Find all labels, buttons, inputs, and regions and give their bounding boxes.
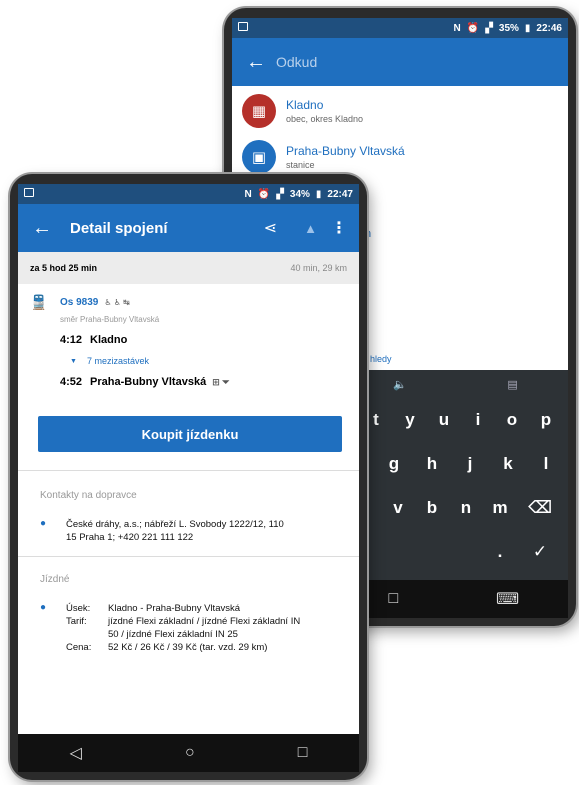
- trip-summary: za 5 hod 25 min 40 min, 29 km: [18, 252, 359, 284]
- page-title: Detail spojení: [70, 219, 168, 237]
- fare-value: Kladno - Praha-Bubny Vltavská: [108, 603, 241, 614]
- suggestion-item[interactable]: ▦ Kladno obec, okres Kladno: [232, 88, 568, 134]
- divider: [18, 556, 359, 557]
- train-direction: směr Praha-Bubny Vltavská: [60, 315, 160, 324]
- backspace-icon[interactable]: ⌫: [520, 491, 560, 525]
- navigation-bar: ◁ ○ □: [18, 734, 359, 772]
- contact-line: 15 Praha 1; +420 221 111 122: [66, 532, 194, 543]
- alarm-icon: ⏰: [466, 22, 480, 34]
- arrival-station: Praha-Bubny Vltavská: [90, 376, 207, 388]
- train-number[interactable]: Os 9839: [60, 297, 98, 308]
- image-icon: [24, 188, 34, 197]
- suggestion-title: Praha-Bubny Vltavská: [286, 144, 405, 158]
- key[interactable]: y: [396, 403, 424, 437]
- share-icon[interactable]: ⋖: [264, 218, 277, 238]
- home-icon[interactable]: ○: [185, 744, 195, 762]
- clock: 22:46: [536, 22, 562, 34]
- signal-icon: ▞: [276, 188, 284, 200]
- key[interactable]: v: [384, 491, 412, 525]
- suggestion-title: Kladno: [286, 98, 324, 112]
- trip-distance: 40 min, 29 km: [290, 263, 347, 273]
- arrival-row: 4:52 Praha-Bubny Vltavská ⊞ ⏷: [60, 376, 350, 388]
- key[interactable]: i: [464, 403, 492, 437]
- fare-item: ● Úsek: Kladno - Praha-Bubny Vltavská Ta…: [40, 602, 340, 654]
- buy-ticket-button[interactable]: Koupit jízdenku: [38, 416, 342, 452]
- check-icon[interactable]: ✓: [520, 535, 560, 569]
- recents-icon[interactable]: □: [388, 590, 398, 608]
- back-arrow-icon[interactable]: ←: [32, 217, 62, 240]
- voice-icon[interactable]: 🔈: [393, 378, 407, 391]
- suggestion-subtitle: stanice: [286, 160, 315, 170]
- divider: [18, 470, 359, 471]
- status-bar: N ⏰ ▞ 35% ▮ 22:46: [232, 18, 568, 38]
- key[interactable]: m: [486, 491, 514, 525]
- search-toolbar: ← Odkud: [232, 38, 568, 86]
- fare-label: Cena:: [66, 642, 92, 653]
- key[interactable]: g: [380, 447, 408, 481]
- fare-label: Tarif:: [66, 616, 87, 627]
- keyboard-switch-icon[interactable]: ⌨: [496, 589, 519, 609]
- nfc-icon: N: [453, 22, 461, 34]
- connection-block: 🚆 Os 9839 ♿ ♿ ↹ směr Praha-Bubny Vltavsk…: [30, 294, 350, 388]
- battery-percent: 34%: [289, 188, 310, 200]
- key[interactable]: b: [418, 491, 446, 525]
- fare-value: 52 Kč / 26 Kč / 39 Kč (tar. vzd. 29 km): [108, 642, 268, 653]
- train-icon: ▣: [242, 140, 276, 174]
- fares-heading: Jízdné: [40, 574, 70, 585]
- key[interactable]: p: [532, 403, 560, 437]
- front-phone: N ⏰ ▞ 34% ▮ 22:47 ← Detail spojení ⋖ ▲ ⋮…: [10, 174, 367, 780]
- back-arrow-icon[interactable]: ←: [246, 51, 276, 74]
- clipboard-icon[interactable]: ▤: [507, 378, 517, 391]
- battery-percent: 35%: [498, 22, 519, 34]
- status-bar: N ⏰ ▞ 34% ▮ 22:47: [18, 184, 359, 204]
- bell-icon[interactable]: ▲: [304, 221, 317, 236]
- front-screen: N ⏰ ▞ 34% ▮ 22:47 ← Detail spojení ⋖ ▲ ⋮…: [18, 184, 359, 772]
- key[interactable]: u: [430, 403, 458, 437]
- key[interactable]: k: [494, 447, 522, 481]
- from-input[interactable]: Odkud: [276, 54, 317, 70]
- chevron-down-icon: ▼: [70, 357, 77, 365]
- intermediate-stops-toggle[interactable]: ▼ 7 mezizastávek: [70, 356, 350, 366]
- suggestion-subtitle: obec, okres Kladno: [286, 114, 364, 124]
- battery-icon: ▮: [524, 22, 531, 34]
- departure-row: 4:12 Kladno: [60, 334, 350, 346]
- detail-toolbar: ← Detail spojení ⋖ ▲ ⋮: [18, 204, 359, 252]
- key[interactable]: o: [498, 403, 526, 437]
- key[interactable]: h: [418, 447, 446, 481]
- arrival-time: 4:52: [60, 376, 83, 388]
- key[interactable]: n: [452, 491, 480, 525]
- trip-duration: za 5 hod 25 min: [30, 263, 98, 273]
- platform-icon: ⊞ ⏷: [212, 376, 230, 387]
- alarm-icon: ⏰: [257, 188, 271, 200]
- clock: 22:47: [327, 188, 353, 200]
- contact-item: ● České dráhy, a.s.; nábřeží L. Svobody …: [40, 518, 284, 544]
- signal-icon: ▞: [485, 22, 493, 34]
- fare-label: Úsek:: [66, 603, 91, 614]
- partial-text: hledy: [370, 354, 392, 364]
- period-key[interactable]: .: [486, 535, 514, 569]
- contacts-heading: Kontakty na dopravce: [40, 490, 137, 501]
- train-features: ♿ ♿ ↹: [104, 298, 130, 307]
- fare-value: 50 / jízdné Flexi základní IN 25: [108, 629, 238, 640]
- fare-value: jízdné Flexi základní / jízdné Flexi zák…: [108, 616, 301, 627]
- departure-time: 4:12: [60, 334, 83, 346]
- train-icon: 🚆: [30, 294, 48, 310]
- image-icon: [238, 22, 248, 31]
- bullet-icon: ●: [40, 518, 47, 529]
- recents-icon[interactable]: □: [298, 744, 308, 762]
- key[interactable]: l: [532, 447, 560, 481]
- back-nav-icon[interactable]: ◁: [70, 743, 82, 763]
- nfc-icon: N: [244, 188, 252, 200]
- key[interactable]: j: [456, 447, 484, 481]
- city-icon: ▦: [242, 94, 276, 128]
- departure-station: Kladno: [90, 334, 128, 346]
- bullet-icon: ●: [40, 602, 47, 613]
- contact-line: České dráhy, a.s.; nábřeží L. Svobody 12…: [66, 519, 284, 530]
- intermediate-stops: 7 mezizastávek: [86, 356, 149, 366]
- more-icon[interactable]: ⋮: [331, 218, 347, 238]
- battery-icon: ▮: [315, 188, 322, 200]
